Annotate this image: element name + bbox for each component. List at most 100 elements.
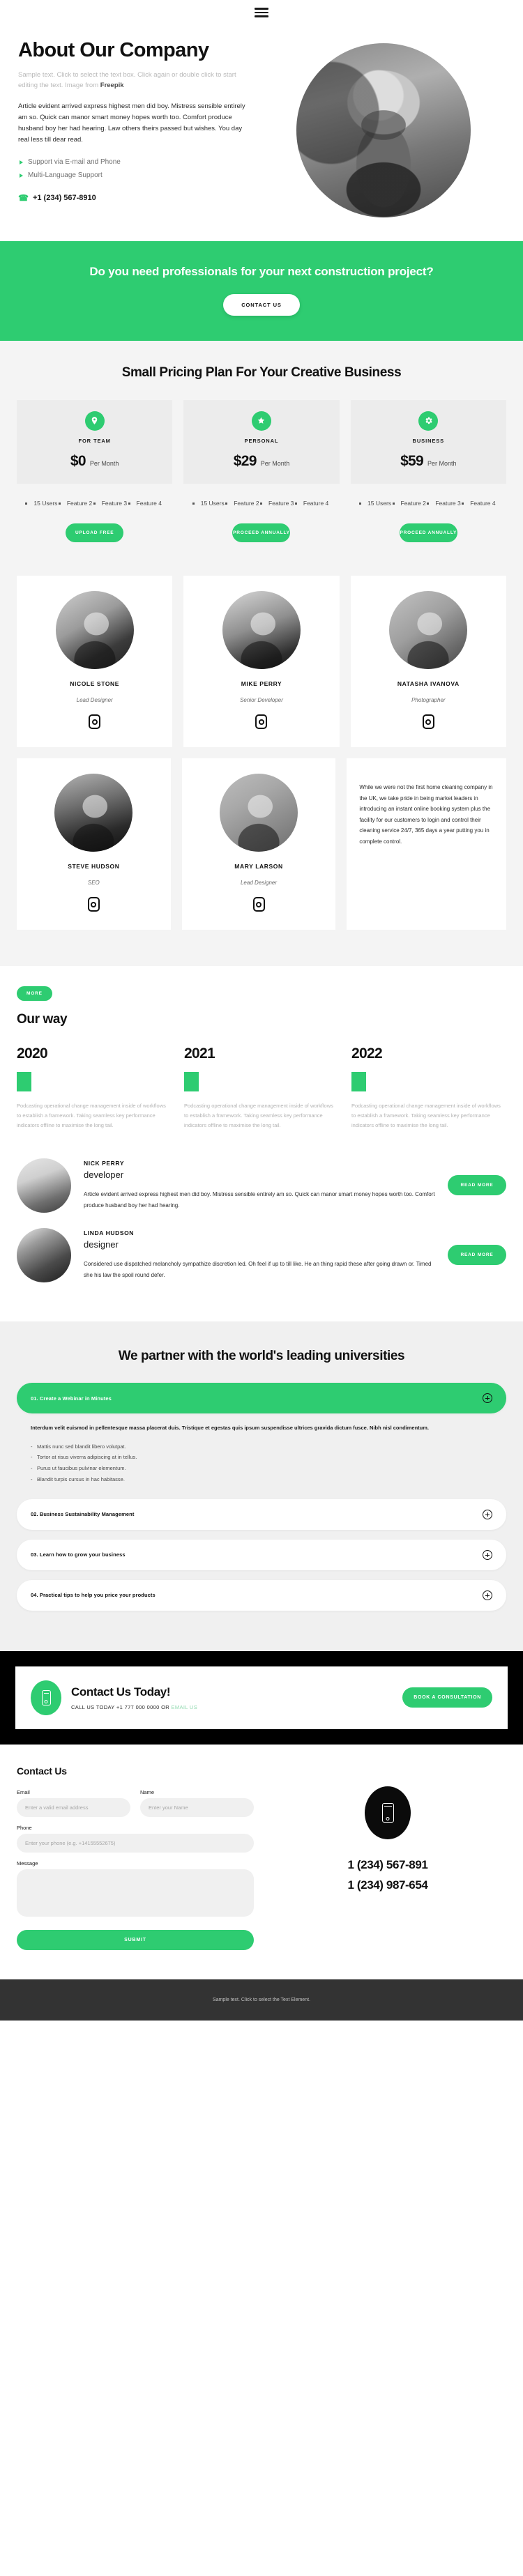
upload-free-button[interactable]: UPLOAD FREE (66, 523, 124, 543)
name-field-group: Name (140, 1789, 254, 1817)
list-item: Tortor at risus viverra adipiscing at in… (31, 1452, 492, 1463)
contact-phone-2: 1 (234) 987-654 (347, 1878, 428, 1892)
accordion-header-3[interactable]: 03. Learn how to grow your business (17, 1539, 506, 1570)
instagram-icon[interactable] (89, 714, 101, 730)
avatar (54, 774, 133, 852)
team-member-name: NICOLE STONE (70, 680, 120, 688)
instagram-inner-circle (256, 901, 262, 907)
accordion-body: Interdum velit euismod in pellentesque m… (17, 1413, 506, 1489)
top-bar (0, 0, 523, 25)
avatar (222, 591, 301, 670)
more-badge-button[interactable]: MORE (17, 986, 52, 1002)
post-row: NICK PERRY developer Article evident arr… (17, 1158, 506, 1213)
accordion-header-4[interactable]: 04. Practical tips to help you price you… (17, 1579, 506, 1611)
star-badge-icon (251, 411, 271, 431)
timeline-grid: 2020 Podcasting operational change manag… (17, 1045, 506, 1130)
accordion-lead-text: Interdum velit euismod in pellentesque m… (31, 1425, 429, 1432)
team-section: NICOLE STONE Lead Designer MIKE PERRY Se… (0, 570, 523, 967)
team-card: STEVE HUDSON SEO (17, 758, 171, 930)
email-field-group: Email (17, 1789, 130, 1817)
team-member-name: STEVE HUDSON (68, 863, 120, 871)
team-member-role: Lead Designer (240, 880, 278, 887)
pricing-amount: $29 Per Month (190, 453, 332, 470)
footer: Sample text. Click to select the Text El… (0, 1979, 523, 2021)
list-item: Support via E-mail and Phone (18, 155, 248, 169)
list-item: Feature 4 (128, 497, 162, 509)
accordion-title: 02. Business Sustainability Management (31, 1511, 135, 1518)
book-consultation-button[interactable]: BOOK A CONSULTATION (402, 1687, 492, 1708)
gear-icon (418, 411, 439, 431)
portrait-photo (296, 43, 471, 217)
phone-label: Phone (17, 1824, 32, 1831)
submit-button[interactable]: SUBMIT (17, 1929, 254, 1950)
pricing-feature-list: 15 Users Feature 2 Feature 3 Feature 4 (351, 484, 506, 509)
name-field[interactable] (140, 1797, 254, 1817)
accordion-header-2[interactable]: 02. Business Sustainability Management (17, 1498, 506, 1530)
freepik-link[interactable]: Freepik (100, 82, 124, 89)
avatar (389, 591, 468, 670)
plus-icon[interactable] (483, 1509, 492, 1519)
contact-form: Contact Us Email Name Phone Message (17, 1765, 254, 1950)
list-item: 15 Users (25, 497, 57, 509)
contact-us-button[interactable]: CONTACT US (223, 294, 300, 316)
instagram-icon[interactable] (252, 897, 265, 912)
message-field[interactable] (17, 1869, 254, 1917)
phone-field-group: Phone (17, 1825, 254, 1853)
pricing-period: Per Month (260, 459, 290, 467)
about-phone-number: +1 (234) 567-8910 (32, 193, 96, 202)
team-card: MARY LARSON Lead Designer (181, 758, 336, 930)
pricing-title: Small Pricing Plan For Your Creative Bus… (121, 365, 402, 381)
email-field[interactable] (17, 1797, 130, 1817)
call-us-text: CALL US TODAY +1 777 000 0000 OR (71, 1703, 172, 1710)
read-more-button[interactable]: READ MORE (448, 1175, 506, 1196)
plus-icon[interactable] (483, 1393, 492, 1404)
phone-field[interactable] (17, 1833, 254, 1853)
pricing-amount: $59 Per Month (358, 453, 499, 470)
list-item: Purus ut faucibus pulvinar elementum. (31, 1463, 492, 1474)
about-sample-note-text: Sample text. Click to select the text bo… (18, 71, 236, 90)
pricing-period: Per Month (89, 459, 119, 467)
contact-banner: Contact Us Today! CALL US TODAY +1 777 0… (15, 1666, 508, 1729)
team-member-name: MIKE PERRY (241, 680, 282, 688)
post-body: NICK PERRY developer Article evident arr… (84, 1160, 435, 1211)
timeline-text: Podcasting operational change management… (184, 1103, 333, 1128)
instagram-inner-circle (258, 719, 264, 725)
timeline-item: 2020 Podcasting operational change manag… (17, 1045, 172, 1130)
about-text-column: About Our Company Sample text. Click to … (18, 39, 248, 217)
list-item: 15 Users (359, 497, 391, 509)
instagram-icon[interactable] (422, 714, 434, 730)
our-way-section: MORE Our way 2020 Podcasting operational… (0, 966, 523, 1151)
about-image-column (262, 39, 505, 217)
about-phone-row[interactable]: ☎ +1 (234) 567-8910 (18, 193, 248, 203)
accordion-item: 04. Practical tips to help you price you… (17, 1579, 506, 1611)
about-section: About Our Company Sample text. Click to … (0, 25, 523, 241)
instagram-inner-circle (91, 901, 97, 907)
avatar (55, 591, 134, 670)
team-card: NATASHA IVANOVA Photographer (350, 576, 506, 748)
read-more-button[interactable]: READ MORE (448, 1245, 506, 1266)
list-item: Feature 4 (462, 497, 496, 509)
pricing-feature-list: 15 Users Feature 2 Feature 3 Feature 4 (183, 484, 339, 509)
instagram-icon[interactable] (255, 714, 268, 730)
pricing-card-header: PERSONAL $29 Per Month (183, 399, 340, 484)
accordion-title: 03. Learn how to grow your business (31, 1551, 126, 1558)
proceed-annually-button[interactable]: PROCEED ANNUALLY (232, 523, 291, 543)
hamburger-menu-icon[interactable] (255, 8, 268, 17)
posts-section: NICK PERRY developer Article evident arr… (0, 1151, 523, 1321)
contact-info-column: 1 (234) 567-891 1 (234) 987-654 (269, 1765, 506, 1950)
accordion-item: 03. Learn how to grow your business (17, 1539, 506, 1570)
pricing-card: FOR TEAM $0 Per Month 15 Users Feature 2… (17, 399, 173, 543)
timeline-marker (184, 1072, 199, 1092)
testimonial-text: While we were not the first home cleanin… (359, 784, 493, 845)
plus-icon[interactable] (483, 1549, 492, 1560)
instagram-icon[interactable] (87, 897, 100, 912)
name-label: Name (140, 1788, 155, 1795)
plus-icon[interactable] (483, 1590, 492, 1600)
list-item: Feature 2 (225, 497, 259, 509)
list-item: Feature 3 (260, 497, 294, 509)
contact-banner-heading: Contact Us Today! (71, 1685, 171, 1699)
proceed-annually-button[interactable]: PROCEED ANNUALLY (399, 523, 457, 543)
about-sample-note: Sample text. Click to select the text bo… (18, 70, 248, 91)
accordion-header-1[interactable]: 01. Create a Webinar in Minutes (17, 1383, 506, 1414)
email-us-link[interactable]: EMAIL US (172, 1704, 198, 1710)
